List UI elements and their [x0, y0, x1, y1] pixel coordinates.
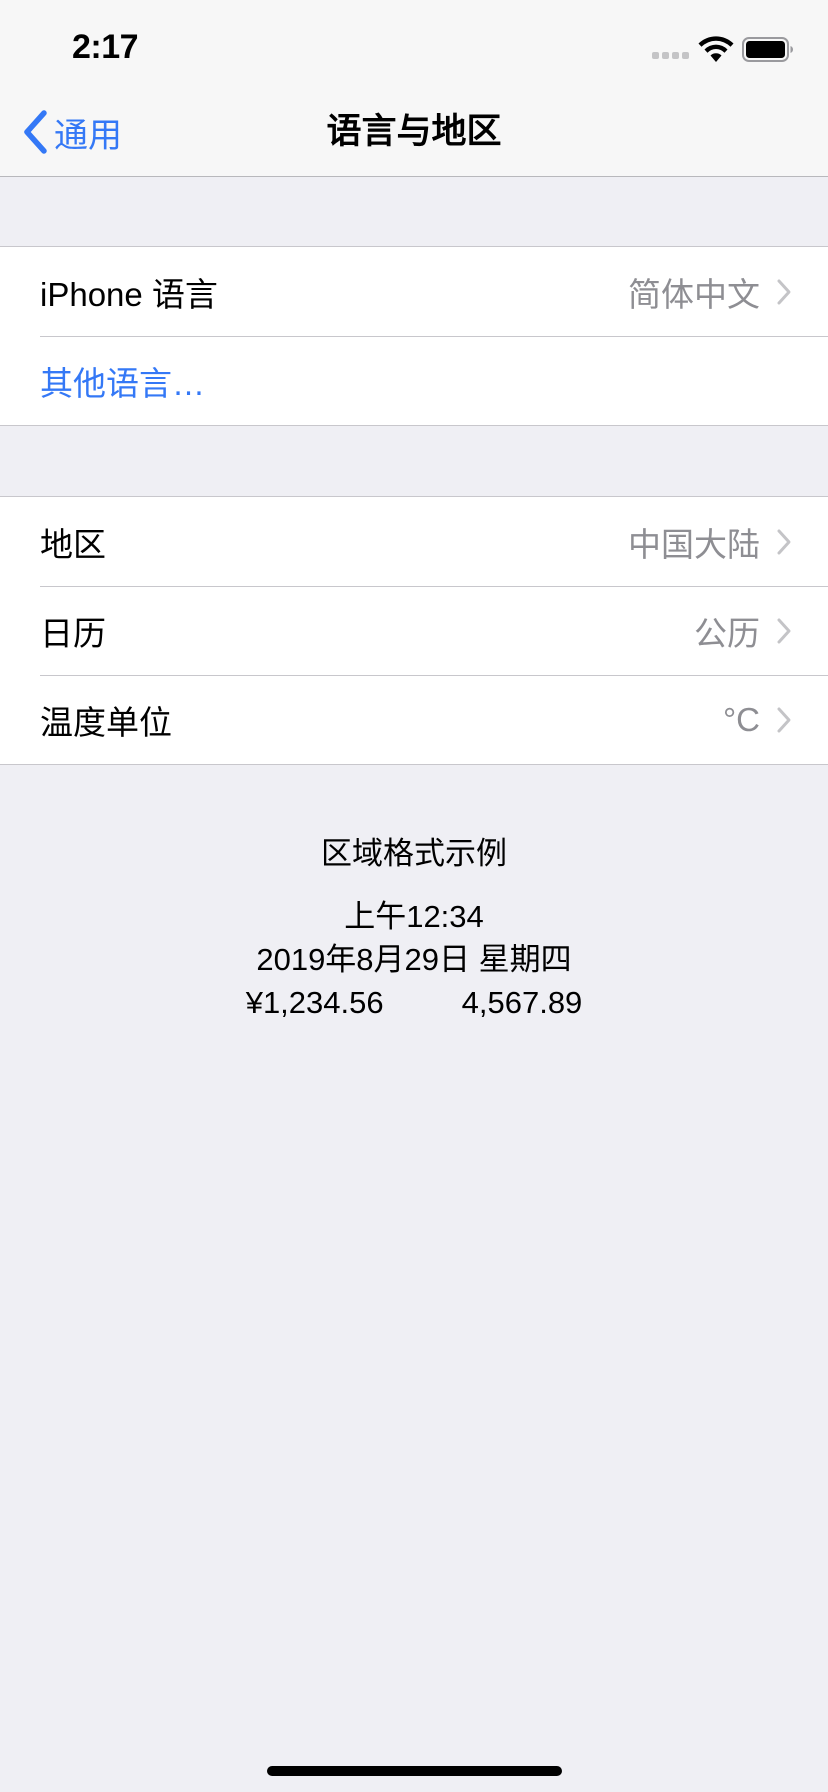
status-bar: 2:17 — [0, 0, 828, 100]
chevron-right-icon — [777, 707, 791, 732]
chevron-right-icon — [777, 529, 791, 554]
temperature-unit-row[interactable]: 温度单位 °C — [0, 675, 828, 764]
wifi-icon — [698, 36, 734, 62]
format-example-time: 上午12:34 — [344, 899, 484, 934]
format-example-date: 2019年8月29日 星期四 — [256, 942, 572, 977]
format-example-heading: 区域格式示例 — [321, 836, 507, 871]
row-title: 温度单位 — [40, 703, 172, 741]
cellular-signal-icon — [652, 52, 689, 59]
row-title: iPhone 语言 — [40, 275, 218, 313]
row-value: °C — [722, 700, 760, 738]
chevron-right-icon — [777, 279, 791, 304]
page-title: 语言与地区 — [326, 112, 502, 151]
region-row[interactable]: 地区 中国大陆 — [0, 497, 828, 586]
format-example-numbers: ¥1,234.56 4,567.89 — [0, 981, 828, 1024]
other-languages-link[interactable]: 其他语言… — [40, 357, 792, 405]
format-example-number: 4,567.89 — [461, 985, 583, 1020]
row-value: 中国大陆 — [628, 525, 760, 563]
region-format-example: 区域格式示例 上午12:34 2019年8月29日 星期四 ¥1,234.56 … — [0, 828, 828, 1024]
chevron-right-icon — [777, 618, 791, 643]
calendar-row[interactable]: 日历 公历 — [0, 586, 828, 675]
language-group: iPhone 语言 简体中文 其他语言… — [0, 246, 828, 426]
iphone-language-row[interactable]: iPhone 语言 简体中文 — [0, 247, 828, 336]
status-time: 2:17 — [72, 28, 139, 66]
navigation-bar: 通用 语言与地区 — [0, 100, 828, 177]
home-indicator[interactable] — [267, 1766, 562, 1776]
battery-icon — [742, 37, 793, 62]
region-group: 地区 中国大陆 日历 公历 温度单位 °C — [0, 496, 828, 765]
row-title: 地区 — [40, 525, 106, 563]
row-value: 简体中文 — [628, 275, 760, 313]
other-languages-row[interactable]: 其他语言… — [0, 336, 828, 425]
row-title: 日历 — [40, 614, 106, 652]
format-example-currency: ¥1,234.56 — [245, 985, 384, 1020]
row-value: 公历 — [694, 614, 760, 652]
